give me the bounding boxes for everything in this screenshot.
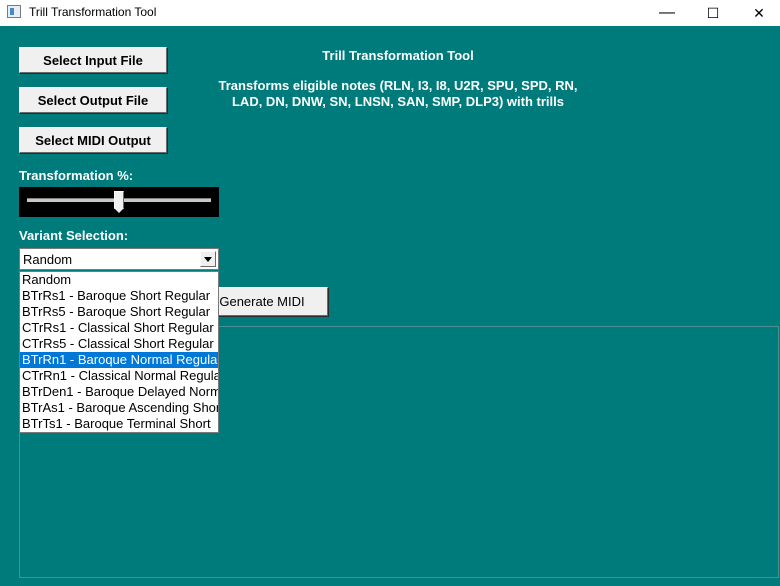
maximize-button[interactable]: ☐ [690,0,736,26]
slider-thumb[interactable] [114,191,124,213]
window-title: Trill Transformation Tool [29,5,157,19]
transformation-slider[interactable] [19,187,219,217]
variant-option[interactable]: CTrRs5 - Classical Short Regular [20,336,218,352]
description-line-2: LAD, DN, DNW, SN, LNSN, SAN, SMP, DLP3) … [231,94,564,109]
transformation-label: Transformation %: [19,168,134,183]
variant-option[interactable]: CTrRs1 - Classical Short Regular [20,320,218,336]
select-midi-output-button[interactable]: Select MIDI Output [19,127,167,153]
chevron-down-icon[interactable] [200,251,216,267]
app-icon [7,5,21,18]
variant-label: Variant Selection: [19,228,129,243]
minimize-button[interactable]: — [644,0,690,26]
variant-option[interactable]: CTrRn1 - Classical Normal Regular [20,368,218,384]
close-button[interactable]: ✕ [736,0,780,26]
description-line-1: Transforms eligible notes (RLN, I3, I8, … [218,78,578,93]
variant-option[interactable]: BTrTs1 - Baroque Terminal Short [20,416,218,432]
app-heading: Trill Transformation Tool [322,48,474,63]
variant-select[interactable]: Random [19,248,219,270]
variant-option[interactable]: BTrDen1 - Baroque Delayed Normal [20,384,218,400]
variant-option[interactable]: BTrAs1 - Baroque Ascending Short [20,400,218,416]
variant-dropdown-list[interactable]: Random BTrRs1 - Baroque Short Regular BTrR… [19,271,219,433]
variant-selected-value: Random [23,252,73,267]
variant-option[interactable]: Random [20,272,218,288]
variant-option[interactable]: BTrRs5 - Baroque Short Regular [20,304,218,320]
variant-option[interactable]: BTrRs1 - Baroque Short Regular [20,288,218,304]
title-bar: Trill Transformation Tool — ☐ ✕ [0,0,780,26]
variant-option[interactable]: BTrRn1 - Baroque Normal Regular [20,352,218,368]
